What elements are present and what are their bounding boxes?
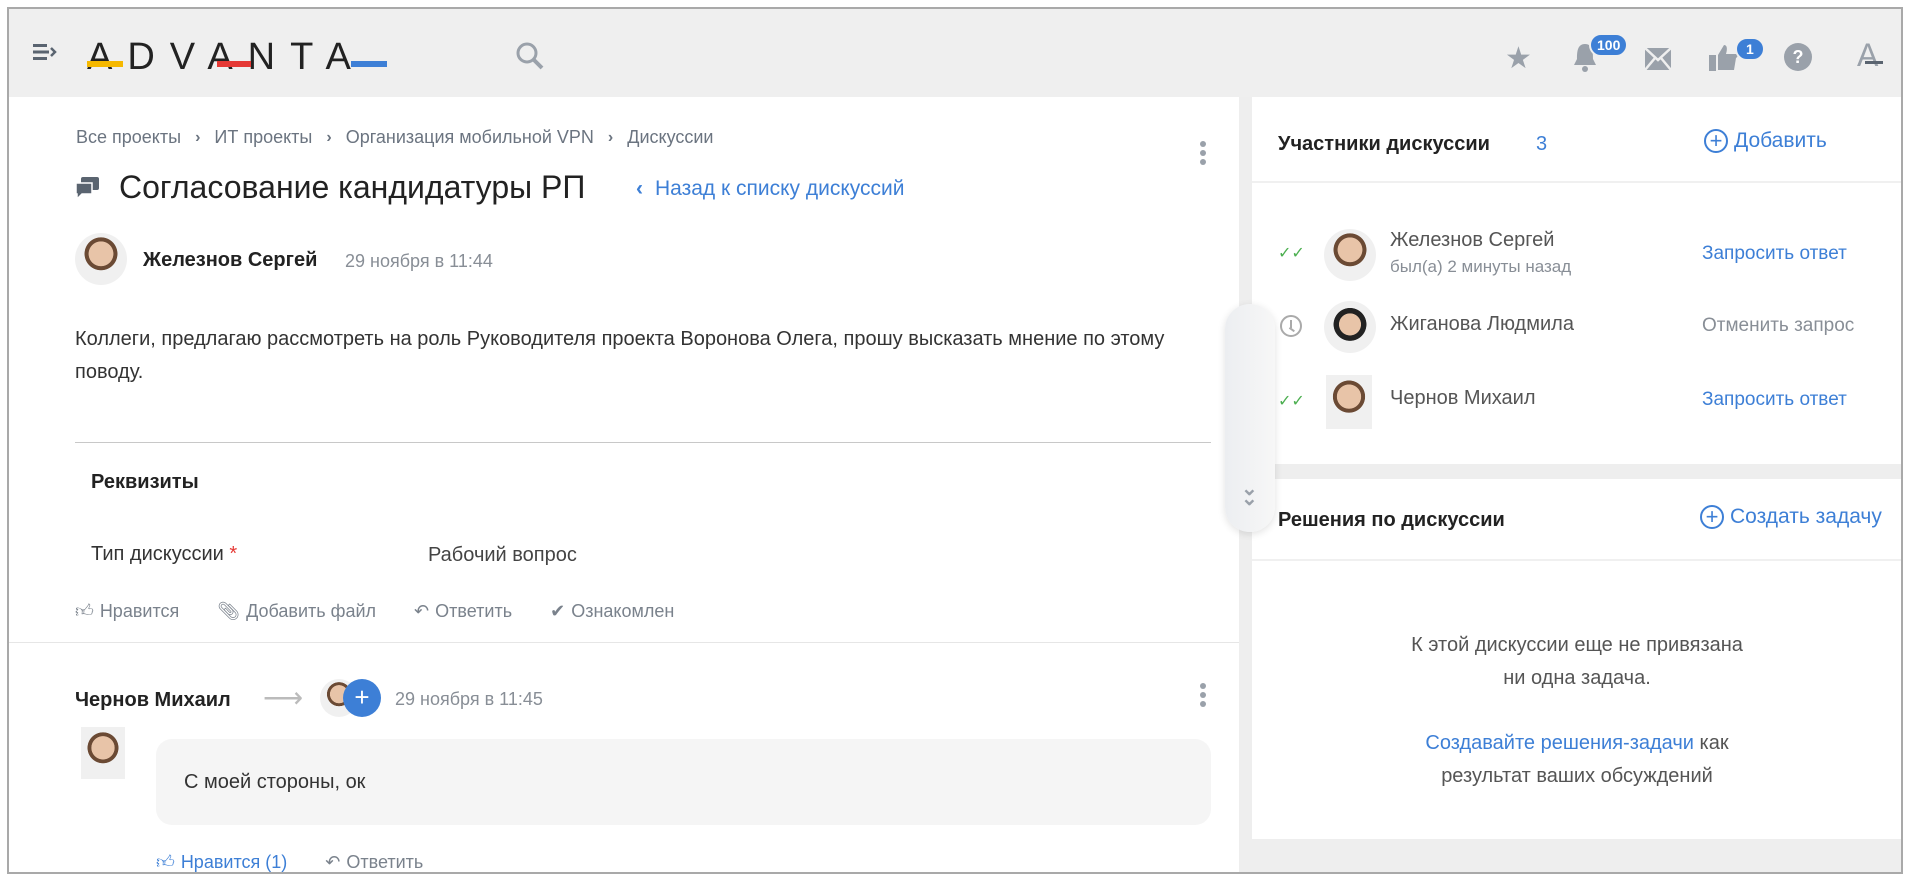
participant-name[interactable]: Чернов Михаил [1390, 387, 1536, 410]
reply-button[interactable]: ↶Ответить [325, 851, 423, 873]
divider [75, 442, 1211, 443]
breadcrumb: Все проекты › ИТ проекты › Организация моб… [76, 127, 713, 148]
avatar [1326, 375, 1372, 429]
thumbs-up-icon: 👍︎ [75, 600, 94, 622]
double-check-icon: ✓✓ [1278, 391, 1305, 411]
app-window: ADVANTA ★ 100 1 ? A Все проекты › ИТ прое… [7, 7, 1903, 874]
advanta-logo[interactable]: ADVANTA [87, 35, 397, 75]
chevron-right-icon: › [608, 129, 613, 147]
add-participant-button[interactable]: +Добавить [1704, 129, 1827, 153]
participants-title: Участники дискуссии [1278, 133, 1490, 156]
chevron-right-icon: › [326, 129, 331, 147]
like-button[interactable]: 👍︎Нравится (1) [156, 851, 287, 873]
empty-state: К этой дискуссии еще не привязана ни одн… [1252, 629, 1902, 793]
paperclip-icon: 📎︎ [217, 601, 240, 622]
plus-circle-icon: + [1700, 505, 1724, 529]
reply-icon: ↶ [325, 852, 340, 873]
cancel-request-link[interactable]: Отменить запрос [1702, 315, 1854, 337]
add-recipient-button[interactable]: + [343, 679, 381, 717]
more-options-icon[interactable] [1200, 683, 1206, 707]
breadcrumb-item[interactable]: Все проекты [76, 127, 181, 148]
reply-button[interactable]: ↶Ответить [414, 600, 512, 622]
attach-file-button[interactable]: 📎︎Добавить файл [217, 600, 376, 622]
menu-icon[interactable] [33, 43, 57, 61]
discussion-pane: Все проекты › ИТ проекты › Организация моб… [9, 97, 1239, 874]
avatar [1324, 229, 1376, 281]
notifications-badge: 100 [1589, 33, 1628, 57]
participant-row: Жиганова Людмила Отменить запрос [1252, 299, 1903, 359]
chevron-right-icon: › [195, 129, 200, 147]
create-decisions-link[interactable]: Создавайте решения-задачи [1425, 732, 1694, 754]
participant-row: ✓✓ Железнов Сергей был(а) 2 минуты назад… [1252, 225, 1903, 285]
back-to-list-link[interactable]: ‹Назад к списку дискуссий [636, 177, 905, 201]
mail-icon[interactable] [1644, 47, 1672, 76]
arrow-right-icon: ⟶ [263, 681, 303, 714]
chevron-left-icon: ‹ [636, 177, 643, 201]
page-title: Согласование кандидатуры РП [119, 169, 585, 206]
post-date: 29 ноября в 11:44 [345, 251, 493, 272]
request-answer-link[interactable]: Запросить ответ [1702, 389, 1847, 411]
requisites-heading: Реквизиты [91, 471, 199, 494]
discussion-icon [75, 175, 101, 206]
likes-badge: 1 [1735, 37, 1765, 61]
chevron-double-down-icon: ⌄⌄ [1241, 484, 1258, 504]
participants-count: 3 [1536, 133, 1547, 156]
reply-icon: ↶ [414, 601, 429, 622]
plus-circle-icon: + [1704, 129, 1728, 153]
breadcrumb-item[interactable]: ИТ проекты [214, 127, 312, 148]
comment-actions: 👍︎Нравится (1) ↶Ответить [156, 851, 423, 873]
request-answer-link[interactable]: Запросить ответ [1702, 243, 1847, 265]
breadcrumb-item[interactable]: Дискуссии [627, 127, 713, 148]
avatar [81, 727, 125, 779]
user-avatar-icon[interactable]: A [1857, 37, 1878, 74]
comment-date: 29 ноября в 11:45 [395, 689, 543, 710]
create-task-button[interactable]: +Создать задачу [1700, 505, 1882, 529]
participant-status: был(а) 2 минуты назад [1390, 257, 1571, 277]
post-author[interactable]: Железнов Сергей [143, 249, 317, 272]
more-options-icon[interactable] [1200, 141, 1206, 165]
avatar [75, 233, 127, 285]
post-text: Коллеги, предлагаю рассмотреть на роль Р… [75, 323, 1185, 389]
clock-icon [1280, 315, 1302, 337]
like-button[interactable]: 👍︎Нравится [75, 600, 179, 622]
double-check-icon: ✓✓ [1278, 243, 1305, 263]
field-label: Тип дискуссии * [91, 543, 237, 566]
field-value: Рабочий вопрос [428, 544, 577, 567]
post-actions: 👍︎Нравится 📎︎Добавить файл ↶Ответить ✔Оз… [75, 600, 674, 622]
thumbs-up-icon: 👍︎ [156, 851, 175, 873]
avatar [1324, 301, 1376, 353]
comment-bubble: С моей стороны, ок [156, 739, 1211, 825]
decisions-panel: Решения по дискуссии +Создать задачу К э… [1252, 479, 1903, 839]
help-icon[interactable]: ? [1784, 43, 1812, 71]
svg-text:ADVANTA: ADVANTA [87, 36, 366, 75]
divider [9, 642, 1239, 643]
comment-text: С моей стороны, ок [184, 771, 365, 794]
participants-panel: Участники дискуссии 3 +Добавить ✓✓ Желез… [1252, 97, 1903, 464]
acknowledge-button[interactable]: ✔Ознакомлен [550, 600, 674, 622]
participant-name[interactable]: Жиганова Людмила [1390, 313, 1574, 336]
top-bar: ADVANTA ★ 100 1 ? A [9, 9, 1901, 97]
comment-author[interactable]: Чернов Михаил [75, 689, 231, 712]
check-icon: ✔ [550, 601, 565, 622]
breadcrumb-item[interactable]: Организация мобильной VPN [346, 127, 594, 148]
participant-row: ✓✓ Чернов Михаил Запросить ответ [1252, 373, 1903, 433]
divider [1252, 181, 1903, 183]
search-icon[interactable] [515, 41, 545, 76]
decisions-title: Решения по дискуссии [1278, 509, 1505, 532]
participant-name[interactable]: Железнов Сергей [1390, 229, 1554, 252]
star-icon[interactable]: ★ [1505, 41, 1532, 76]
required-mark: * [229, 543, 237, 565]
divider [1252, 559, 1903, 561]
collapse-panel-handle[interactable]: ⌄⌄ [1225, 304, 1275, 532]
